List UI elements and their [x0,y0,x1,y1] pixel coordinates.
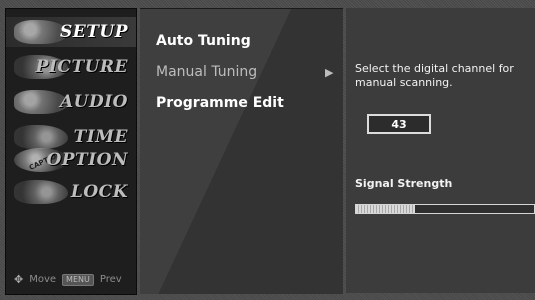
manual-tuning-panel: Select the digital channel for manual sc… [346,8,535,293]
signal-strength-fill [356,205,415,213]
signal-strength-label: Signal Strength [355,177,453,190]
category-label: OPTION [46,150,128,170]
navigation-hint: ✥ Move MENU Prev [14,273,122,286]
category-label: TIME [73,127,128,147]
category-sidebar: SETUP PICTURE AUDIO TIME CAPTION OPTION … [5,8,137,295]
category-label: SETUP [60,22,128,42]
category-option[interactable]: CAPTION OPTION [6,145,136,175]
category-setup[interactable]: SETUP [6,17,136,47]
move-icon: ✥ [14,273,24,286]
category-audio[interactable]: AUDIO [6,87,136,117]
prev-label: Prev [99,274,122,285]
setup-submenu: Auto Tuning Manual Tuning ▶ Programme Ed… [140,8,343,294]
menu-item-manual-tuning[interactable]: Manual Tuning [156,64,257,80]
category-label: LOCK [70,182,128,202]
category-lock[interactable]: LOCK [6,177,136,207]
menu-key-icon: MENU [62,273,94,286]
lock-thumbnail-icon [14,180,68,204]
category-picture[interactable]: PICTURE [6,52,136,82]
category-label: AUDIO [59,92,128,112]
channel-input[interactable]: 43 [367,114,431,134]
instruction-text: Select the digital channel for manual sc… [355,62,514,90]
tv-menu-screen: SETUP PICTURE AUDIO TIME CAPTION OPTION … [0,0,535,300]
signal-strength-bar [355,204,535,214]
move-label: Move [29,274,57,285]
category-label: PICTURE [35,57,128,77]
submenu-arrow-icon: ▶ [325,66,334,79]
menu-item-programme-edit[interactable]: Programme Edit [156,95,284,111]
menu-item-auto-tuning[interactable]: Auto Tuning [156,33,251,49]
